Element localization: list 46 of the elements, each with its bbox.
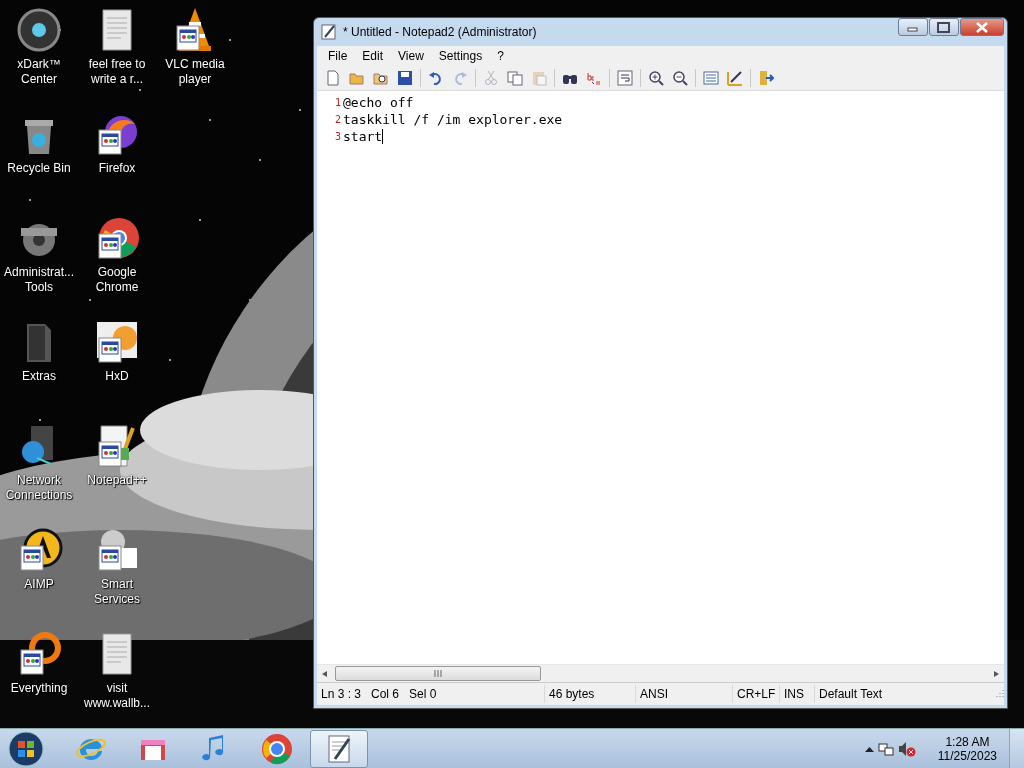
start-button[interactable] <box>8 730 44 767</box>
status-field: Default Text <box>815 685 994 703</box>
icon-label[interactable]: Administrat... Tools <box>1 265 77 295</box>
code-line: start <box>343 129 383 144</box>
icon-label[interactable]: Everything <box>1 681 77 696</box>
menu-item[interactable]: ? <box>490 47 512 65</box>
notepad-icon <box>321 24 337 40</box>
icon-label[interactable]: feel free to write a r... <box>79 57 155 87</box>
clock-time[interactable]: 1:28 AM <box>945 734 990 749</box>
taskbar-button[interactable] <box>310 729 368 768</box>
muted-speaker-icon[interactable] <box>897 740 916 757</box>
close-button[interactable] <box>960 18 1004 36</box>
icon-label[interactable]: Google Chrome <box>79 265 155 295</box>
status-field: 46 bytes <box>545 685 636 703</box>
menu-item[interactable]: File <box>321 47 356 65</box>
icon-label[interactable]: xDark™ Center <box>1 57 77 87</box>
shortcut-icon[interactable] <box>15 6 63 54</box>
menu-item[interactable]: Settings <box>431 47 491 65</box>
grip-icon[interactable] <box>433 670 443 677</box>
code-line: taskkill /f /im explorer.exe <box>343 112 563 127</box>
menu-item[interactable]: Edit <box>355 47 392 65</box>
chrome-icon[interactable] <box>260 731 294 766</box>
text-editor[interactable]: 1@echo off 2 taskkill /f /im explorer.exe 3 start <box>317 91 1004 664</box>
clock-date[interactable]: 11/25/2023 <box>937 748 997 763</box>
icon-label[interactable]: AIMP <box>1 577 77 592</box>
scroll-right-icon[interactable] <box>992 669 1000 678</box>
network-icon[interactable] <box>877 740 894 757</box>
icon-label[interactable]: HxD <box>79 369 155 384</box>
status-field: Ln 3 : 3 Col 6 Sel 0 <box>317 685 545 703</box>
icon-label[interactable]: Recycle Bin <box>1 161 77 176</box>
menu-item[interactable]: View <box>391 47 432 65</box>
window-title: * Untitled - Notepad2 (Administrator) <box>343 25 538 39</box>
icon-label[interactable]: Extras <box>1 369 77 384</box>
icon-label[interactable]: VLC media player <box>157 57 233 87</box>
icon-label[interactable]: Smart Services <box>79 577 155 607</box>
horizontal-scrollbar[interactable] <box>317 664 1004 682</box>
code-line: @echo off <box>343 95 414 110</box>
status-field: ANSI <box>636 685 733 703</box>
icon-label[interactable]: visit www.wallb... <box>79 681 155 711</box>
icon-label[interactable]: Firefox <box>79 161 155 176</box>
show-hidden-icons-icon[interactable] <box>864 745 874 752</box>
status-field: CR+LF <box>733 685 780 703</box>
scrollbar-thumb[interactable] <box>335 666 541 681</box>
status-field: INS <box>780 685 815 703</box>
scroll-left-icon[interactable] <box>321 669 329 678</box>
resize-grip-icon[interactable] <box>994 689 1004 699</box>
